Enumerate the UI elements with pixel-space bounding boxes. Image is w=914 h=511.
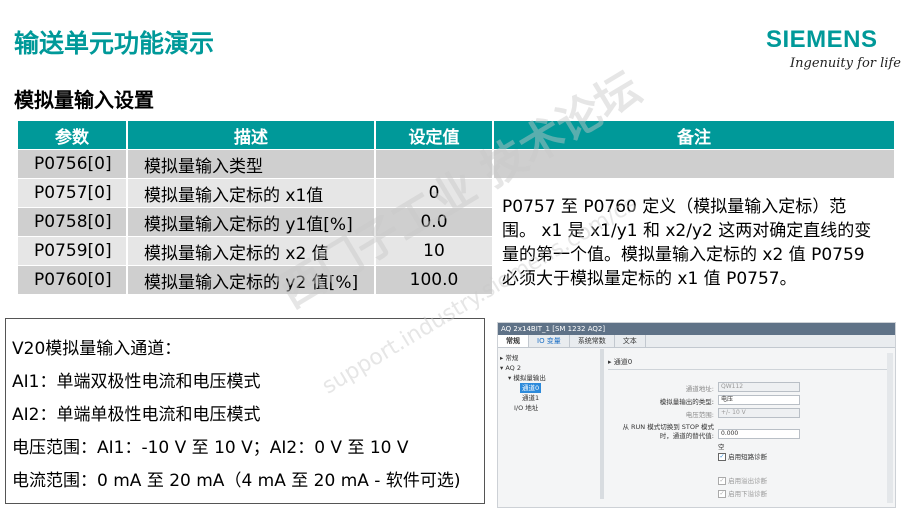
tree-item-io-address[interactable]: I/O 地址: [500, 403, 596, 413]
channel-header-rule: [608, 369, 888, 370]
vertical-scrollbar[interactable]: [887, 353, 893, 503]
property-tree: ▸ 常规 ▾ AQ 2 ▾ 模拟量输出 通道0 通道1 I/O 地址: [500, 353, 596, 413]
param-cell: P0757[0]: [18, 179, 126, 207]
tia-portal-screenshot: AQ 2x14BIT_1 [SM 1232 AQ2] 常规 IO 变量 系统常数…: [497, 322, 896, 508]
param-cell: P0758[0]: [18, 208, 126, 236]
desc-cell: 模拟量输入类型: [128, 150, 374, 178]
address-field: QW112: [718, 382, 800, 392]
window-title: AQ 2x14BIT_1 [SM 1232 AQ2]: [498, 323, 895, 335]
header-param: 参数: [18, 121, 126, 149]
checkbox-checked-icon: ✓: [718, 490, 726, 498]
tree-item-analog-output[interactable]: ▾ 模拟量输出: [500, 373, 596, 383]
param-cell: P0759[0]: [18, 237, 126, 265]
short-circuit-diag[interactable]: ✓ 启用短路诊断: [718, 451, 767, 461]
tree-item-channel1[interactable]: 通道1: [500, 393, 596, 403]
tree-item-channel0[interactable]: 通道0: [500, 383, 596, 393]
desc-cell: 模拟量输入定标的 x1值: [128, 179, 374, 207]
channel-header: ▸ 通道0: [608, 358, 633, 366]
table-header-row: 参数 描述 设定值 备注: [18, 121, 894, 149]
info-line: AI2：单端单极性电流和电压模式: [12, 405, 261, 425]
info-line: AI1：单端双极性电流和电压模式: [12, 372, 261, 392]
page-title: 输送单元功能演示: [14, 29, 215, 58]
param-cell: P0760[0]: [18, 266, 126, 294]
underflow-diag: ✓ 启用下溢诊断: [718, 490, 768, 498]
substitute-value-input[interactable]: 0.000: [718, 429, 800, 439]
tab-general[interactable]: 常规: [498, 335, 529, 347]
checkbox-checked-icon[interactable]: ✓: [718, 453, 726, 461]
siemens-logo: SIEMENS Ingenuity for life: [766, 26, 906, 72]
output-type-label: 模拟量输出的类型:: [659, 398, 714, 406]
tab-texts[interactable]: 文本: [615, 335, 646, 347]
tab-system-constants[interactable]: 系统常数: [570, 335, 615, 347]
section-subtitle: 模拟量输入设置: [14, 88, 154, 112]
logo-wordmark: SIEMENS: [766, 26, 878, 53]
property-tabs: 常规 IO 变量 系统常数 文本: [498, 335, 895, 348]
address-label: 通道地址:: [685, 385, 714, 393]
output-type-select[interactable]: 电压: [718, 395, 800, 405]
voltage-range-field: +/- 10 V: [718, 408, 800, 418]
param-cell: P0756[0]: [18, 150, 126, 178]
empty-label: 空: [718, 443, 725, 451]
checkbox-checked-icon: ✓: [718, 477, 726, 485]
voltage-range-label: 电压范围:: [685, 411, 714, 419]
tree-item-aq2[interactable]: ▾ AQ 2: [500, 363, 596, 373]
info-line: 电压范围：AI1：-10 V 至 10 V；AI2：0 V 至 10 V: [12, 438, 409, 458]
tree-item-general[interactable]: ▸ 常规: [500, 353, 596, 363]
tab-io-tags[interactable]: IO 变量: [529, 335, 570, 347]
info-line: 电流范围：0 mA 至 20 mA（4 mA 至 20 mA - 软件可选): [12, 471, 461, 491]
logo-tagline: Ingenuity for life: [790, 56, 901, 71]
overflow-diag: ✓ 启用溢出诊断: [718, 477, 768, 485]
header-desc: 描述: [128, 121, 374, 149]
stop-mode-label-2: 时，通道的替代值:: [659, 432, 714, 440]
